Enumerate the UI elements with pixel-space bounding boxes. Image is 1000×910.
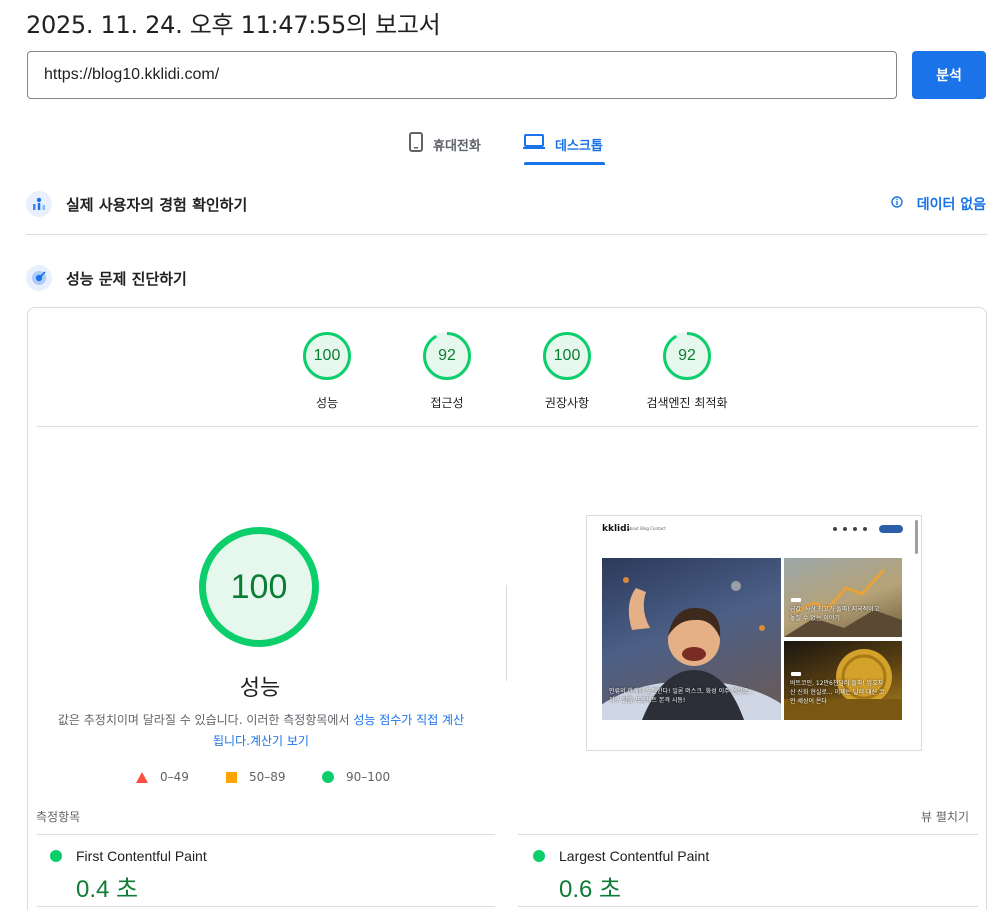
score-value: 100	[313, 347, 341, 364]
metric-name: Largest Contentful Paint	[559, 848, 710, 864]
gold-image	[784, 558, 902, 637]
desc-text: 값은 추정치이며 달라질 수 있습니다. 이러한 측정항목에서	[57, 713, 354, 727]
nav-dot-icon	[853, 527, 857, 531]
no-data-label: 데이터 없음	[916, 197, 986, 213]
performance-score: 100	[230, 568, 288, 606]
field-data-title: 실제 사용자의 경험 확인하기	[66, 195, 248, 214]
category-label: 검색엔진 최적화	[646, 396, 728, 410]
score-value: 92	[678, 347, 696, 364]
hero-caption: 인류의 한계에 도전한다! 일론 머스크, 화성 이주 현실로... 지구 탈출 …	[609, 688, 754, 704]
tile2-caption: 비트코인, 12만6천달러 돌파! 암호자 산 신화 현실로... 이제는 달러 …	[790, 680, 885, 705]
pass-circle-icon	[533, 850, 545, 862]
tab-mobile[interactable]: 휴대전화	[409, 122, 481, 166]
legend-range: 50–89	[249, 770, 286, 784]
tab-mobile-label: 휴대전화	[433, 138, 481, 154]
legend-range: 0–49	[160, 770, 189, 784]
screenshot-scrollbar	[915, 520, 918, 554]
divider	[37, 426, 978, 427]
report-title: 2025. 11. 24. 오후 11:47:55의 보고서	[26, 11, 441, 39]
category-label: 성능	[315, 396, 339, 410]
metric-value: 0.6 초	[559, 876, 622, 903]
lab-data-header: 성능 문제 진단하기	[26, 265, 187, 291]
page-screenshot: kklidi About Blog Contact 인류의 한계에 도전한다! …	[586, 515, 922, 751]
category-performance[interactable]: 100 성능	[257, 331, 397, 411]
category-label: 접근성	[430, 396, 464, 410]
calculator-link[interactable]: 계산기 보기	[250, 734, 309, 748]
metric-name: First Contentful Paint	[76, 848, 207, 864]
nav-dot-icon	[863, 527, 867, 531]
performance-label: 성능	[239, 676, 281, 701]
nav-dot-icon	[843, 527, 847, 531]
screenshot-nav-button	[879, 525, 903, 533]
score-gauge: 92	[422, 331, 472, 381]
divider	[518, 834, 978, 835]
divider	[518, 906, 978, 907]
field-data-header: 실제 사용자의 경험 확인하기	[26, 191, 247, 217]
pass-circle-icon	[50, 850, 62, 862]
category-label: 권장사항	[544, 396, 590, 410]
tile1-caption: 금값, 사상 최고가 돌파! 지국적이고 놓칠 수 없는 이야기	[790, 606, 880, 622]
score-gauge: 100	[302, 331, 352, 381]
category-accessibility[interactable]: 92 접근성	[377, 331, 517, 411]
score-value: 92	[438, 347, 456, 364]
legend-average: 50–89	[226, 770, 286, 784]
nav-dot-icon	[833, 527, 837, 531]
circle-icon	[322, 771, 334, 783]
active-tab-indicator	[524, 162, 605, 165]
legend-fail: 0–49	[136, 770, 189, 784]
info-icon	[891, 196, 903, 212]
score-value: 100	[553, 347, 581, 364]
divider	[37, 906, 495, 907]
category-tag	[791, 598, 801, 602]
screenshot-logo: kklidi	[602, 524, 630, 534]
diagnose-icon	[26, 265, 52, 291]
screenshot-nav: About Blog Contact	[627, 526, 666, 531]
divider	[506, 585, 507, 681]
performance-gauge: 100	[198, 526, 320, 648]
triangle-icon	[136, 771, 148, 783]
tab-desktop[interactable]: 데스크톱	[523, 122, 603, 166]
users-chart-icon	[26, 191, 52, 217]
laptop-icon	[523, 134, 545, 154]
url-input[interactable]	[27, 51, 897, 99]
legend-range: 90–100	[346, 770, 391, 784]
square-icon	[226, 771, 237, 783]
score-gauge: 100	[542, 331, 592, 381]
lab-data-title: 성능 문제 진단하기	[66, 269, 187, 288]
legend-pass: 90–100	[322, 770, 390, 784]
metric-value: 0.4 초	[76, 876, 139, 903]
score-gauge: 92	[662, 331, 712, 381]
category-tag	[791, 672, 801, 676]
category-seo[interactable]: 92 검색엔진 최적화	[617, 331, 757, 411]
tab-desktop-label: 데스크톱	[555, 138, 603, 154]
metrics-label: 측정항목	[36, 810, 81, 824]
analyze-button[interactable]: 분석	[912, 51, 986, 99]
performance-description: 값은 추정치이며 달라질 수 있습니다. 이러한 측정항목에서 성능 점수가 직…	[56, 710, 466, 752]
phone-icon	[409, 132, 423, 156]
divider	[26, 234, 987, 235]
expand-view-button[interactable]: 뷰 펼치기	[921, 808, 969, 825]
divider	[37, 834, 495, 835]
category-best-practices[interactable]: 100 권장사항	[497, 331, 637, 411]
no-data-link[interactable]: 데이터 없음	[891, 194, 986, 214]
